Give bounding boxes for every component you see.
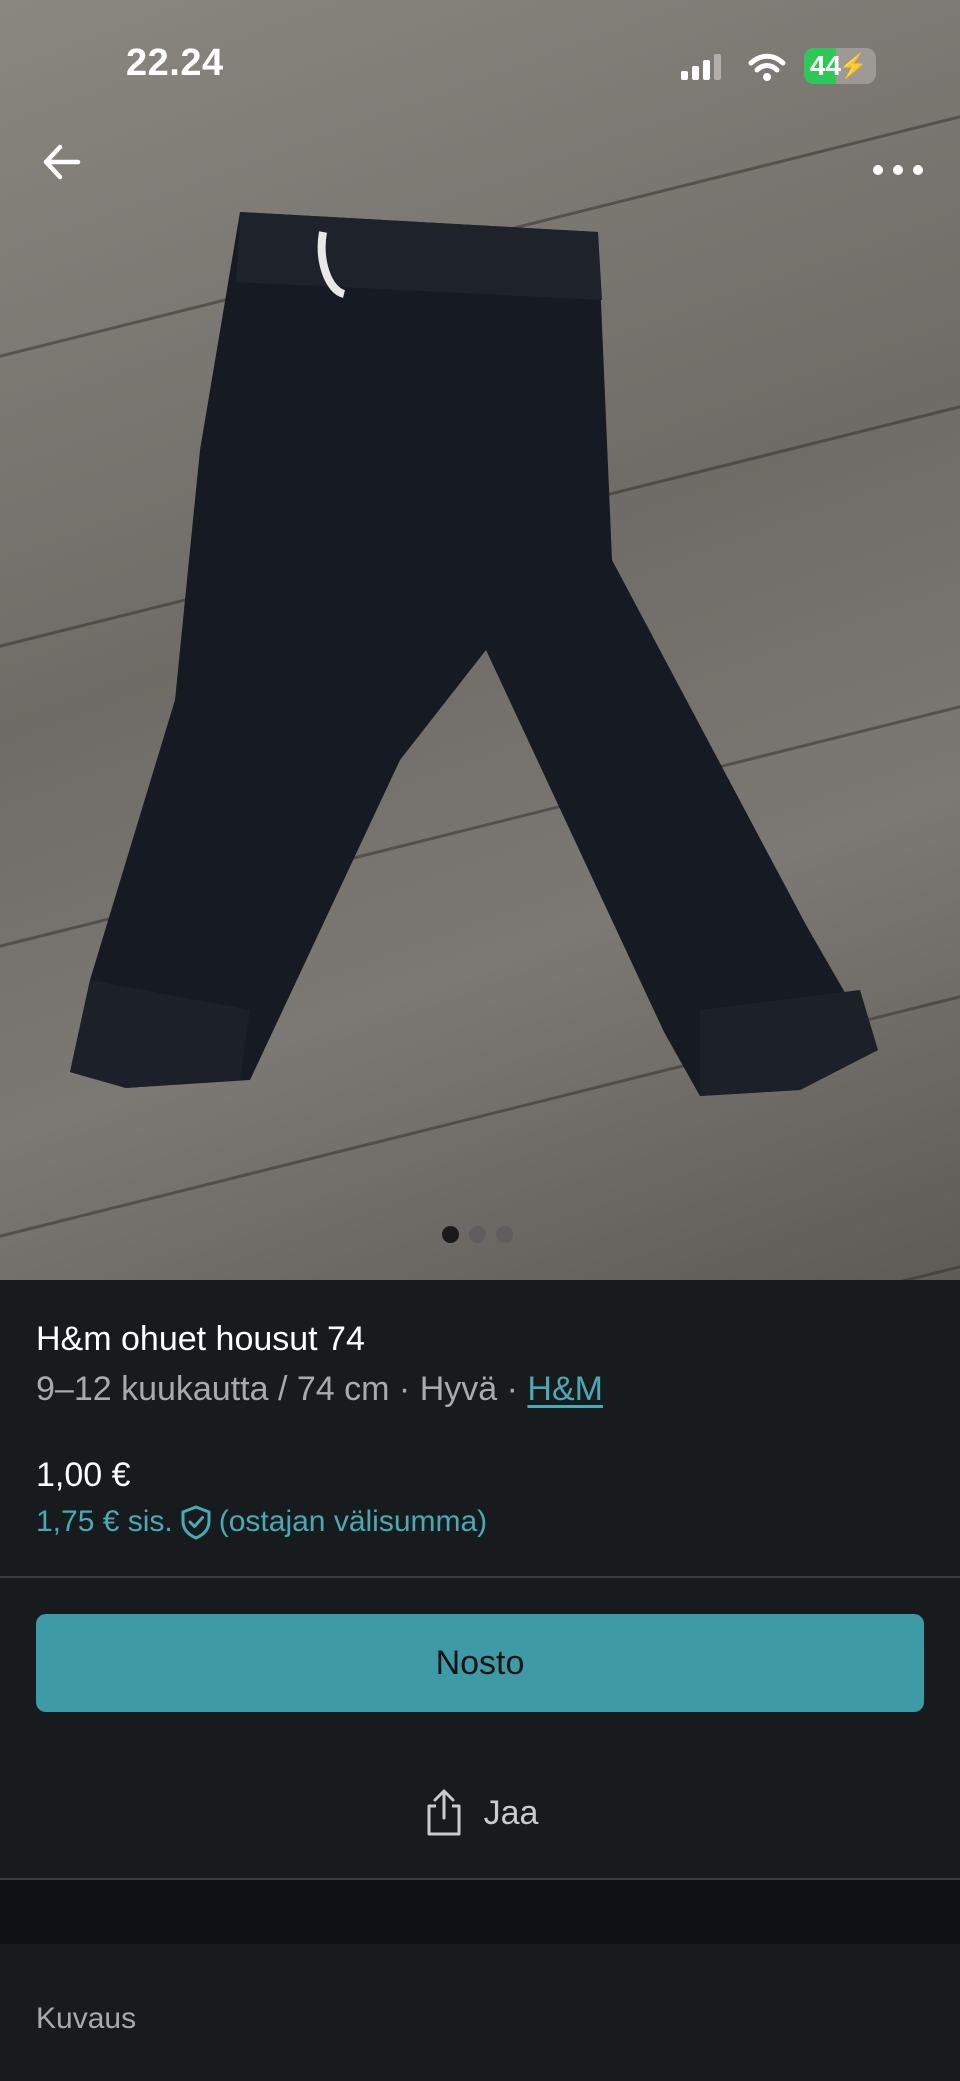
share-button[interactable]: Jaa: [0, 1788, 960, 1838]
pager-dot[interactable]: [469, 1226, 486, 1243]
more-icon[interactable]: [868, 150, 928, 190]
back-arrow-icon[interactable]: [36, 136, 88, 188]
buy-button[interactable]: Nosto: [36, 1614, 924, 1712]
item-info-section: H&m ohuet housut 74 9–12 kuukautta / 74 …: [0, 1280, 960, 1940]
item-brand-link[interactable]: H&M: [527, 1370, 603, 1408]
battery-level: 44: [810, 50, 842, 81]
item-condition: Hyvä: [419, 1370, 498, 1408]
wifi-icon: [748, 53, 786, 81]
share-label: Jaa: [483, 1793, 539, 1832]
pager-dot[interactable]: [496, 1226, 513, 1243]
photo-pager[interactable]: [442, 1226, 513, 1243]
product-photo[interactable]: [0, 0, 960, 1280]
signal-icon: [681, 54, 721, 80]
item-size: 9–12 kuukautta / 74 cm: [36, 1370, 390, 1408]
item-meta: 9–12 kuukautta / 74 cm · Hyvä · H&M: [36, 1370, 603, 1409]
meta-separator: ·: [506, 1370, 518, 1408]
buyer-price-total: 1,75 € sis.: [36, 1505, 173, 1538]
description-label: Kuvaus: [36, 2002, 137, 2035]
buyer-price-note: (ostajan välisumma): [218, 1505, 488, 1538]
buyer-price-info[interactable]: 1,75 € sis. (ostajan välisumma): [36, 1504, 487, 1540]
item-price: 1,00 €: [36, 1456, 131, 1494]
meta-separator: ·: [398, 1370, 411, 1408]
status-time: 22.24: [126, 42, 224, 84]
shield-check-icon: [181, 1505, 211, 1540]
description-section: Kuvaus: [0, 1944, 960, 2081]
item-title: H&m ohuet housut 74: [36, 1320, 365, 1358]
battery-icon: 44 ⚡: [804, 48, 876, 84]
divider: [0, 1576, 960, 1578]
share-icon: [427, 1789, 461, 1836]
section-spacer: [0, 1880, 960, 1944]
pants-illustration: [70, 212, 878, 1096]
pager-dot[interactable]: [442, 1226, 459, 1243]
charging-icon: ⚡: [838, 53, 868, 80]
